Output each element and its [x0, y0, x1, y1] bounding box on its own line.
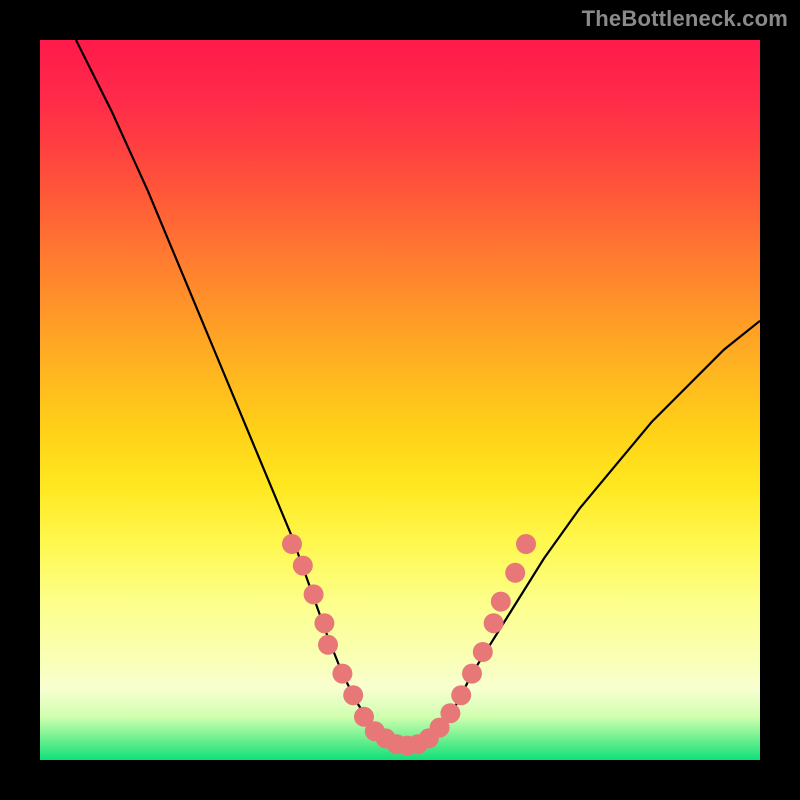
- highlight-point: [318, 635, 338, 655]
- highlight-point: [440, 703, 460, 723]
- bottleneck-curve: [76, 40, 760, 746]
- highlight-point: [451, 685, 471, 705]
- chart-svg: [0, 0, 800, 800]
- curve-layer: [76, 40, 760, 746]
- highlight-point: [473, 642, 493, 662]
- markers-layer: [282, 534, 536, 756]
- highlight-point: [462, 664, 482, 684]
- highlight-point: [332, 664, 352, 684]
- highlight-point: [282, 534, 302, 554]
- highlight-point: [491, 592, 511, 612]
- highlight-point: [484, 613, 504, 633]
- highlight-point: [304, 584, 324, 604]
- highlight-point: [343, 685, 363, 705]
- highlight-point: [516, 534, 536, 554]
- highlight-point: [505, 563, 525, 583]
- highlight-point: [293, 556, 313, 576]
- highlight-point: [314, 613, 334, 633]
